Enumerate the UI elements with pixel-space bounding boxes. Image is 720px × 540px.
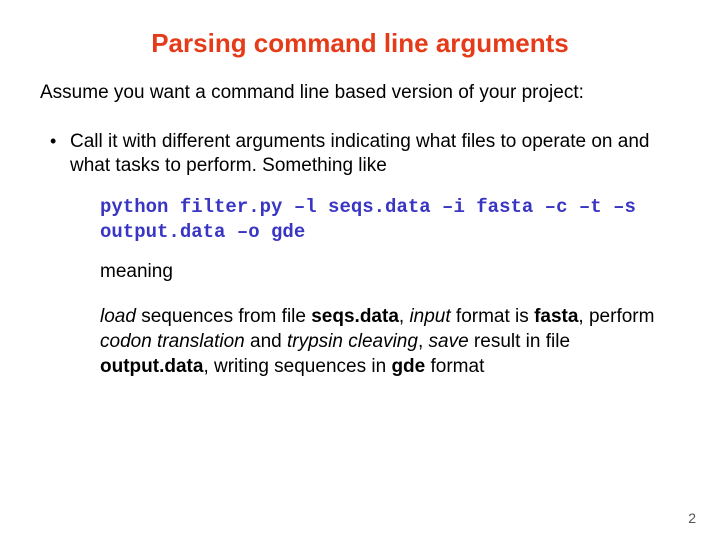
txt: , perform	[578, 306, 654, 327]
bullet-list: Call it with different arguments indicat…	[40, 130, 680, 380]
meaning-description: load sequences from file seqs.data, inpu…	[100, 305, 680, 379]
term-trypsin: trypsin cleaving	[287, 331, 418, 352]
bullet-item: Call it with different arguments indicat…	[70, 130, 680, 380]
txt: and	[245, 331, 287, 352]
txt: ,	[418, 331, 429, 352]
txt: format is	[451, 306, 534, 327]
term-save: save	[429, 331, 469, 352]
txt: format	[425, 356, 484, 377]
kw-output: output.data	[100, 356, 203, 377]
page-number: 2	[688, 510, 696, 526]
kw-seqs: seqs.data	[311, 306, 399, 327]
txt: , writing sequences in	[203, 356, 391, 377]
code-example: python filter.py –l seqs.data –i fasta –…	[100, 195, 660, 244]
intro-text: Assume you want a command line based ver…	[40, 81, 680, 106]
txt: sequences from file	[136, 306, 311, 327]
slide: Parsing command line arguments Assume yo…	[0, 0, 720, 540]
txt: result in file	[469, 331, 570, 352]
kw-gde: gde	[391, 356, 425, 377]
term-load: load	[100, 306, 136, 327]
kw-fasta: fasta	[534, 306, 578, 327]
txt: ,	[399, 306, 410, 327]
term-codon: codon translation	[100, 331, 245, 352]
meaning-label: meaning	[100, 260, 680, 285]
bullet-text: Call it with different arguments indicat…	[70, 131, 649, 177]
term-input: input	[409, 306, 450, 327]
slide-title: Parsing command line arguments	[40, 28, 680, 59]
